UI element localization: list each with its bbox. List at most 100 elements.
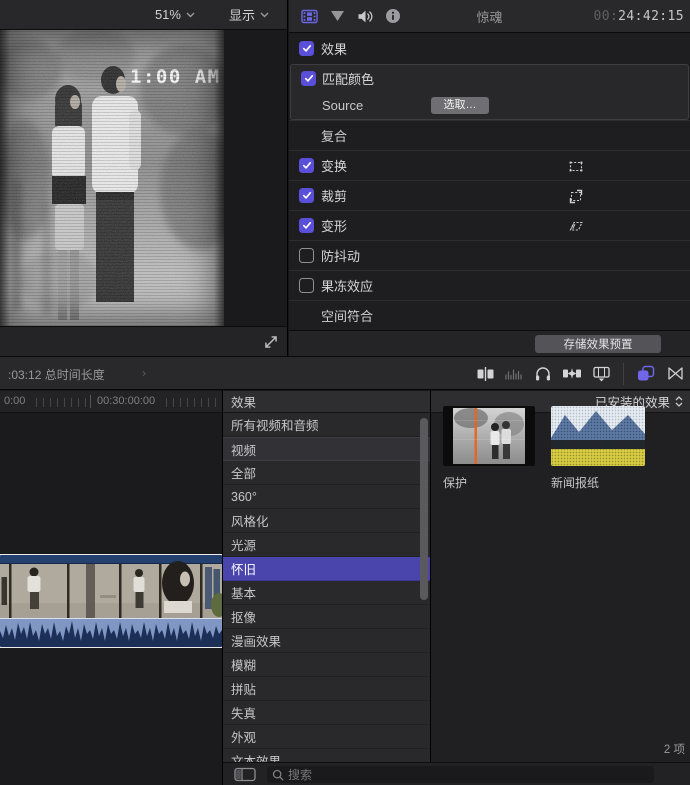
zoom-level-dropdown[interactable]: 51%	[155, 7, 195, 22]
expand-viewer-button[interactable]	[262, 333, 280, 351]
row-spatial-conform: 空间符合	[289, 300, 690, 330]
video-frame-image: 1:00 AM	[0, 30, 224, 326]
category-basics[interactable]: 基本	[223, 581, 430, 605]
timestamp-overlay: 1:00 AM	[130, 66, 221, 88]
effects-search-field[interactable]	[267, 766, 654, 783]
rolling-shutter-checkbox[interactable]	[299, 278, 314, 293]
total-duration-label: :03:12 总时间长度	[8, 368, 105, 382]
chevron-right-icon[interactable]: ›	[142, 366, 146, 380]
clip-filmstrip-image	[0, 555, 222, 647]
crop-checkbox[interactable]	[299, 188, 314, 203]
category-stylize[interactable]: 风格化	[223, 509, 430, 533]
category-all-video-audio[interactable]: 所有视频和音频	[223, 413, 430, 437]
waveform-icon	[505, 368, 522, 380]
bottom-region: 0:00 00:30:00:00 效果 所有视频和音频 视频 全部 360° 风…	[0, 391, 690, 785]
category-distortion[interactable]: 失真	[223, 701, 430, 725]
checkmark-icon	[302, 161, 311, 169]
inspector-bottom-bar: 存储效果预置	[289, 330, 690, 356]
effects-browser-button[interactable]	[635, 363, 657, 385]
category-light[interactable]: 光源	[223, 533, 430, 557]
search-input[interactable]	[288, 767, 654, 782]
row-source: Source 选取…	[291, 92, 688, 119]
stabilization-checkbox[interactable]	[299, 248, 314, 263]
effect-card-protect[interactable]: 保护	[443, 406, 535, 491]
effect-name: 新闻报纸	[551, 476, 600, 490]
match-color-checkbox[interactable]	[301, 71, 316, 86]
transform-onscreen-control[interactable]	[567, 157, 585, 175]
skimming-button[interactable]	[561, 363, 583, 385]
category-tiling[interactable]: 拼贴	[223, 677, 430, 701]
save-effects-preset-button[interactable]: 存储效果预置	[535, 335, 661, 353]
audio-inspector-tab[interactable]	[355, 6, 375, 26]
expand-icon	[265, 336, 277, 348]
effects-list-header: 效果	[223, 391, 430, 413]
distort-icon	[569, 221, 583, 231]
viewer-pane: 51% 显示 1:00 AM	[0, 0, 288, 356]
video-preview[interactable]: 1:00 AM	[0, 30, 224, 326]
sort-chevrons-icon	[675, 396, 683, 407]
match-color-section: 匹配颜色 Source 选取…	[290, 64, 689, 120]
transform-checkbox[interactable]	[299, 158, 314, 173]
choose-source-button[interactable]: 选取…	[431, 97, 489, 114]
toggle-sidebar-button[interactable]	[230, 766, 260, 783]
category-looks[interactable]: 外观	[223, 725, 430, 749]
inspector-rows: 效果 匹配颜色 Source 选取… 复合 变换 裁剪 变形 防抖动 果冻效应 …	[289, 33, 690, 330]
toolbar-divider	[623, 362, 624, 385]
row-crop: 裁剪	[289, 180, 690, 210]
row-label: 复合	[321, 129, 348, 144]
chevron-down-icon	[186, 12, 195, 17]
viewer-toolbar: 51% 显示	[0, 0, 287, 30]
distort-checkbox[interactable]	[299, 218, 314, 233]
trim-clip-icon	[477, 366, 493, 381]
installed-effects-pane: 已安装的效果 保护 新闻报纸 2 项	[431, 391, 690, 762]
category-blur[interactable]: 模糊	[223, 653, 430, 677]
effect-card-newspaper[interactable]: 新闻报纸	[551, 406, 645, 491]
color-inspector-tab[interactable]	[327, 6, 347, 26]
distort-onscreen-control[interactable]	[567, 217, 585, 235]
crop-onscreen-control[interactable]	[567, 187, 585, 205]
effect-thumbnail-newspaper	[551, 406, 645, 466]
display-dropdown[interactable]: 显示	[229, 5, 269, 24]
video-inspector-tab[interactable]	[299, 6, 319, 26]
category-retro-selected[interactable]: 怀旧	[223, 557, 430, 581]
viewer-bottom-bar	[0, 326, 287, 356]
chevron-down-icon	[260, 12, 269, 17]
ruler-ticks	[36, 398, 89, 407]
info-icon	[386, 9, 400, 23]
source-label: Source	[322, 98, 364, 113]
trim-tool-button[interactable]	[474, 363, 496, 385]
timeline-ruler[interactable]: 0:00 00:30:00:00	[0, 391, 222, 413]
display-label: 显示	[228, 8, 255, 23]
transform-icon	[569, 161, 583, 171]
crop-icon	[569, 189, 583, 203]
checkmark-icon	[304, 74, 313, 82]
speaker-icon	[358, 10, 372, 22]
category-all[interactable]: 全部	[223, 461, 430, 485]
checkmark-icon	[302, 44, 311, 52]
category-360[interactable]: 360°	[223, 485, 430, 509]
timecode-hours: 00:	[593, 8, 619, 24]
scrollbar-thumb[interactable]	[420, 418, 428, 600]
media-import-button[interactable]	[590, 363, 612, 385]
headphones-icon	[536, 367, 550, 381]
category-text-effects[interactable]: 文本效果	[223, 749, 430, 762]
info-inspector-tab[interactable]	[383, 6, 403, 26]
skimmer-sparkle-icon	[563, 368, 581, 379]
category-keying[interactable]: 抠像	[223, 605, 430, 629]
transitions-browser-button[interactable]	[664, 363, 686, 385]
inspector-toolbar: 惊魂 00:24:42:15	[289, 0, 690, 33]
row-label: 匹配颜色	[322, 72, 375, 87]
row-compositing: 复合	[289, 120, 690, 150]
row-label: 效果	[321, 41, 348, 57]
timeline-clip-selected[interactable]	[0, 554, 223, 648]
row-effects: 效果	[289, 33, 690, 63]
category-comic[interactable]: 漫画效果	[223, 629, 430, 653]
audio-skimming-button[interactable]	[532, 363, 554, 385]
filmstrip-icon	[300, 9, 318, 23]
transitions-bowtie-icon	[667, 367, 683, 380]
zoom-level-value: 51%	[154, 7, 181, 22]
audio-meters-button[interactable]	[503, 363, 525, 385]
effects-checkbox[interactable]	[299, 40, 314, 56]
category-video-section[interactable]: 视频	[223, 437, 430, 461]
inspector-panel: 惊魂 00:24:42:15 效果 匹配颜色 Source 选取… 复合 变换 …	[289, 0, 690, 356]
